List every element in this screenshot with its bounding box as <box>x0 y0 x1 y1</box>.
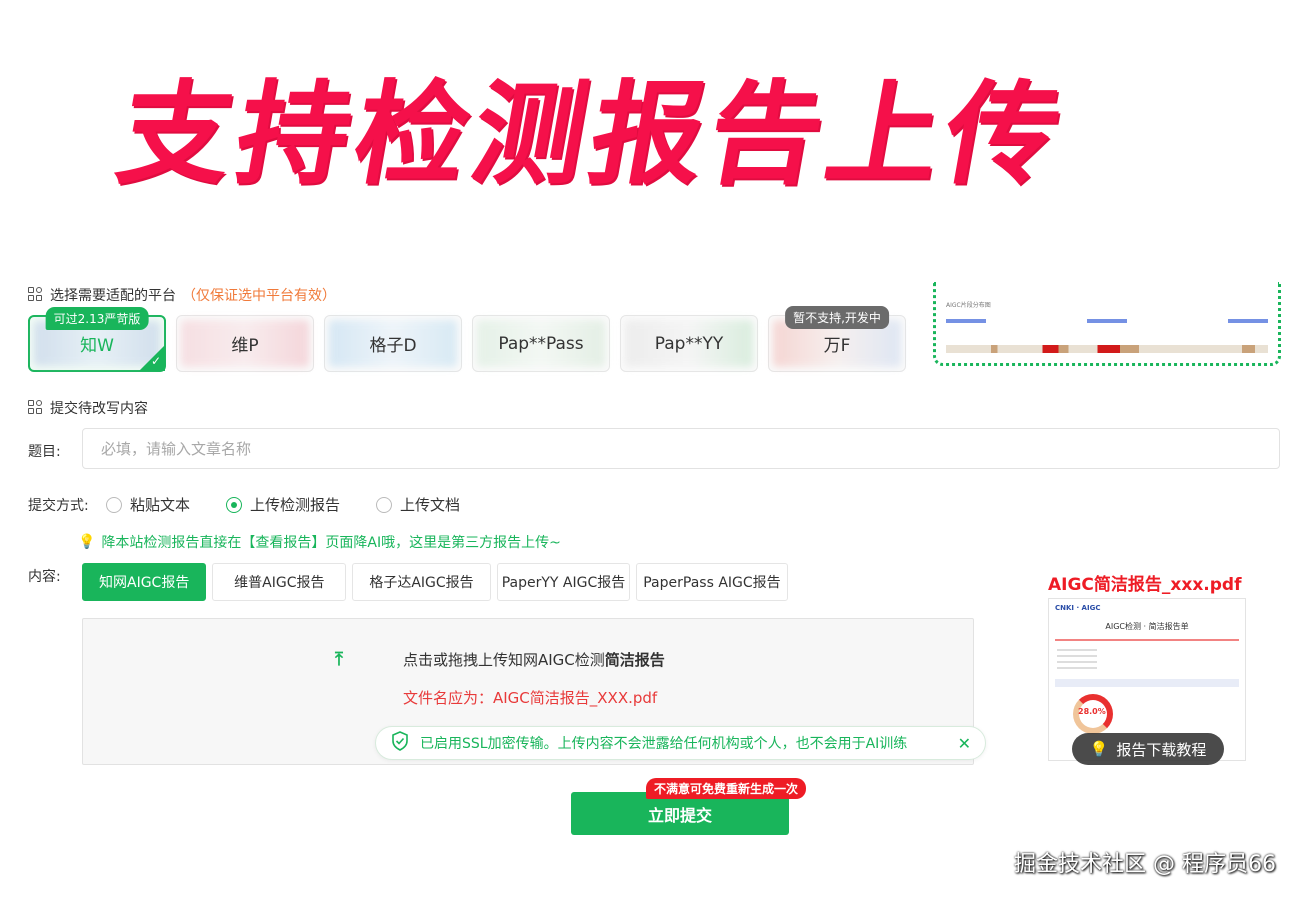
sample-report-title: AIGC简洁报告_xxx.pdf <box>1048 575 1242 595</box>
platform-option-weip[interactable]: 维P <box>176 315 314 372</box>
upload-prompt-main: 点击或拖拽上传知网AIGC检测 <box>402 651 605 669</box>
platform-label: 知W <box>80 336 114 356</box>
headline: 支持检测报告上传 <box>108 70 1076 200</box>
sample-doc-ring-value: 28.0% <box>1078 707 1106 716</box>
tab-paperpass-aigc[interactable]: PaperPass AIGC报告 <box>636 563 788 601</box>
preview-bar <box>1087 319 1127 323</box>
lightbulb-icon: 💡 <box>78 534 96 550</box>
method-upload-document[interactable]: 上传文档 <box>376 494 460 515</box>
platform-label: 万F <box>823 336 851 356</box>
platform-label: Pap**Pass <box>498 333 584 354</box>
method-upload-report[interactable]: 上传检测报告 <box>226 494 340 515</box>
shield-check-icon <box>390 731 410 755</box>
tab-gezida-aigc[interactable]: 格子达AIGC报告 <box>352 563 491 601</box>
radio-circle[interactable] <box>226 496 243 513</box>
content-section-label: 提交待改写内容 <box>50 401 148 417</box>
platform-option-pappass[interactable]: Pap**Pass <box>472 315 610 372</box>
preview-heading: AIGC片段分布图 <box>946 302 991 309</box>
preview-bar <box>1228 319 1268 323</box>
radio-circle[interactable] <box>106 496 122 513</box>
promo-badge: 不满意可免费重新生成一次 <box>646 778 807 799</box>
platform-tag: 可过2.13严苛版 <box>45 307 149 330</box>
sample-doc-header: CNKI · AIGC <box>1049 599 1245 617</box>
sample-doc-divider <box>1055 639 1239 641</box>
upload-prompt-text: 点击或拖拽上传知网AIGC检测简洁报告 <box>403 649 665 670</box>
upload-prompt-bold: 简洁报告 <box>604 651 665 669</box>
platform-option-papyy[interactable]: Pap**YY <box>620 315 758 372</box>
preview-segment-bar <box>946 345 1268 353</box>
content-label: 内容: <box>28 569 61 585</box>
radio-label: 粘贴文本 <box>130 496 191 514</box>
check-icon: ✓ <box>150 354 161 368</box>
platform-section-label: 选择需要适配的平台 <box>50 288 176 304</box>
report-type-tabs: 知网AIGC报告 维普AIGC报告 格子达AIGC报告 PaperYY AIGC… <box>82 563 788 601</box>
apps-icon <box>28 400 44 416</box>
tab-weipu-aigc[interactable]: 维普AIGC报告 <box>212 563 347 601</box>
platform-label: Pap**YY <box>654 333 724 354</box>
submit-method-group: 粘贴文本 上传检测报告 上传文档 <box>106 494 460 515</box>
tab-paperyy-aigc[interactable]: PaperYY AIGC报告 <box>496 563 631 601</box>
radio-label: 上传检测报告 <box>250 496 341 514</box>
platform-option-wanf[interactable]: 暂不支持,开发中 万F <box>768 306 906 372</box>
watermark: 掘金技术社区 @ 程序员66 <box>1014 852 1276 877</box>
upload-icon: ⤒ <box>335 649 343 670</box>
platform-option-gezid[interactable]: 格子D <box>324 315 462 372</box>
platform-label: 格子D <box>369 336 417 356</box>
report-preview-thumbnail: AIGC片段分布图 <box>933 282 1281 366</box>
tab-zhiwang-aigc[interactable]: 知网AIGC报告 <box>82 563 207 601</box>
platform-section-hint: （仅保证选中平台有效） <box>182 288 336 304</box>
notice: 💡 降本站检测报告直接在【查看报告】页面降AI哦，这里是第三方报告上传~ <box>78 532 561 552</box>
filename-hint: 文件名应为：AIGC简洁报告_XXX.pdf <box>403 689 658 707</box>
title-input[interactable] <box>82 428 1280 469</box>
preview-bars <box>946 319 1268 323</box>
platform-tag: 暂不支持,开发中 <box>785 306 889 329</box>
platform-option-zhiw[interactable]: 可过2.13严苛版 知W ✓ <box>28 307 166 372</box>
tutorial-label: 报告下载教程 <box>1116 740 1207 759</box>
sample-doc-logo: CNKI · AIGC <box>1055 604 1101 612</box>
sample-doc-lines <box>1057 649 1097 673</box>
platform-selector: 可过2.13严苛版 知W ✓ 维P 格子D Pap**Pass Pap**YY … <box>28 306 906 372</box>
apps-icon <box>28 287 44 303</box>
method-label: 提交方式: <box>28 498 89 514</box>
download-tutorial-button[interactable]: 💡 报告下载教程 <box>1072 733 1224 765</box>
title-label: 题目: <box>28 444 61 460</box>
upload-prompt: ⤒ 点击或拖拽上传知网AIGC检测简洁报告 <box>335 649 665 670</box>
ssl-notice-banner: 已启用SSL加密传输。上传内容不会泄露给任何机构或个人，也不会用于AI训练 ✕ <box>375 726 986 760</box>
sample-doc-title: AIGC检测 · 简洁报告单 <box>1105 622 1189 631</box>
platform-label: 维P <box>231 336 259 356</box>
method-paste-text[interactable]: 粘贴文本 <box>106 494 190 515</box>
ssl-notice-text: 已启用SSL加密传输。上传内容不会泄露给任何机构或个人，也不会用于AI训练 <box>420 736 908 752</box>
radio-circle[interactable] <box>376 496 393 513</box>
notice-text: 降本站检测报告直接在【查看报告】页面降AI哦，这里是第三方报告上传~ <box>101 535 561 551</box>
sample-doc-section-bar <box>1055 679 1239 687</box>
lightbulb-icon: 💡 <box>1089 740 1109 758</box>
platform-section-title: 选择需要适配的平台 （仅保证选中平台有效） <box>28 285 336 305</box>
preview-bar <box>946 319 986 323</box>
content-section-title: 提交待改写内容 <box>28 398 148 418</box>
close-icon[interactable]: ✕ <box>958 734 971 753</box>
radio-label: 上传文档 <box>400 496 461 514</box>
